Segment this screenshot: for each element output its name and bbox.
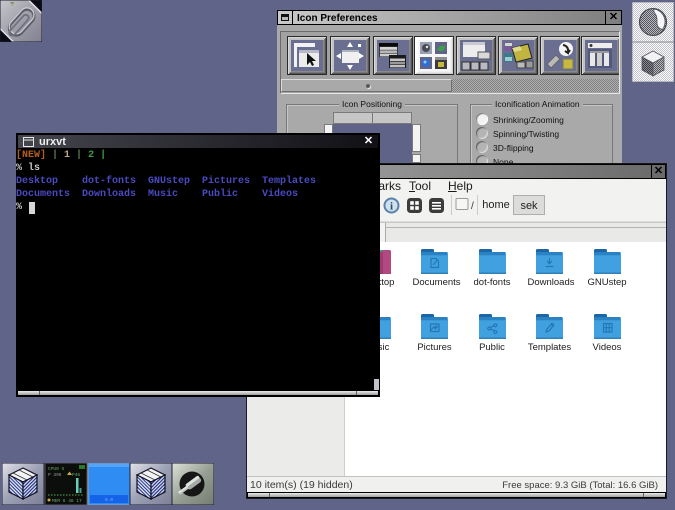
svg-text:MEM 6 48 17: MEM 6 48 17: [52, 498, 82, 504]
svg-text:P 396: P 396: [48, 472, 62, 478]
svg-text:P46: P46: [72, 472, 80, 478]
svg-text:/: /: [471, 201, 474, 212]
svg-text:CPU0 S: CPU0 S: [48, 466, 65, 472]
svg-text:i: i: [390, 201, 393, 213]
svg-text:0.0: 0.0: [105, 497, 113, 503]
